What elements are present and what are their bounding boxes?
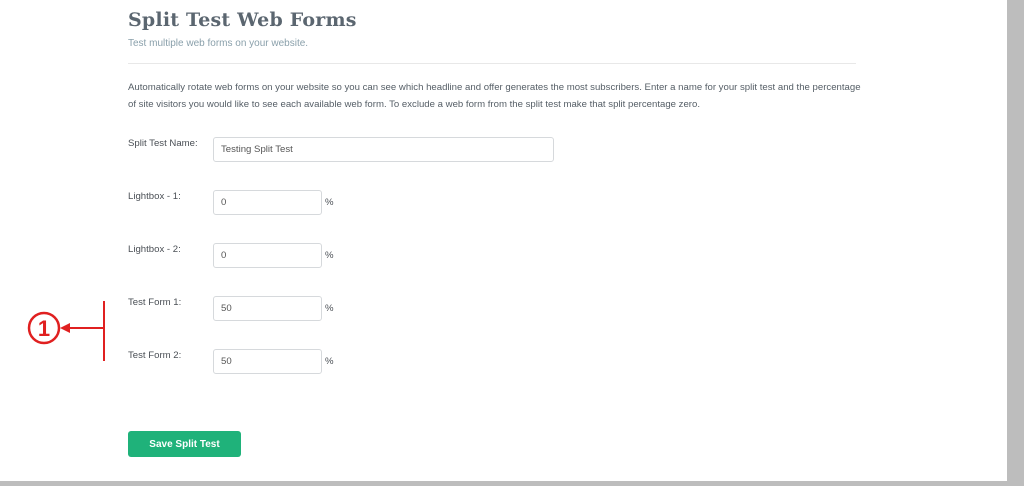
split-test-name-label: Split Test Name:: [128, 138, 198, 149]
header-divider: [128, 63, 856, 64]
window-frame-right: [1007, 0, 1024, 486]
description-text: Automatically rotate web forms on your w…: [128, 82, 861, 110]
lightbox-2-percent-input[interactable]: [213, 243, 322, 268]
page-subtitle: Test multiple web forms on your website.: [128, 38, 309, 49]
test-form-2-percent-symbol: %: [325, 356, 334, 367]
save-split-test-button[interactable]: Save Split Test: [128, 431, 241, 457]
lightbox-1-percent-symbol: %: [325, 197, 334, 208]
test-form-1-label: Test Form 1:: [128, 297, 182, 308]
window-frame-bottom: [0, 481, 1024, 486]
lightbox-2-label: Lightbox - 2:: [128, 244, 181, 255]
test-form-1-percent-symbol: %: [325, 303, 334, 314]
test-form-2-percent-input[interactable]: [213, 349, 322, 374]
page-title: Split Test Web Forms: [128, 9, 357, 31]
lightbox-1-label: Lightbox - 1:: [128, 191, 181, 202]
page-content: Split Test Web Forms Test multiple web f…: [0, 0, 1007, 481]
split-test-name-input[interactable]: [213, 137, 554, 162]
lightbox-1-percent-input[interactable]: [213, 190, 322, 215]
lightbox-2-percent-symbol: %: [325, 250, 334, 261]
test-form-1-percent-input[interactable]: [213, 296, 322, 321]
test-form-2-label: Test Form 2:: [128, 350, 182, 361]
